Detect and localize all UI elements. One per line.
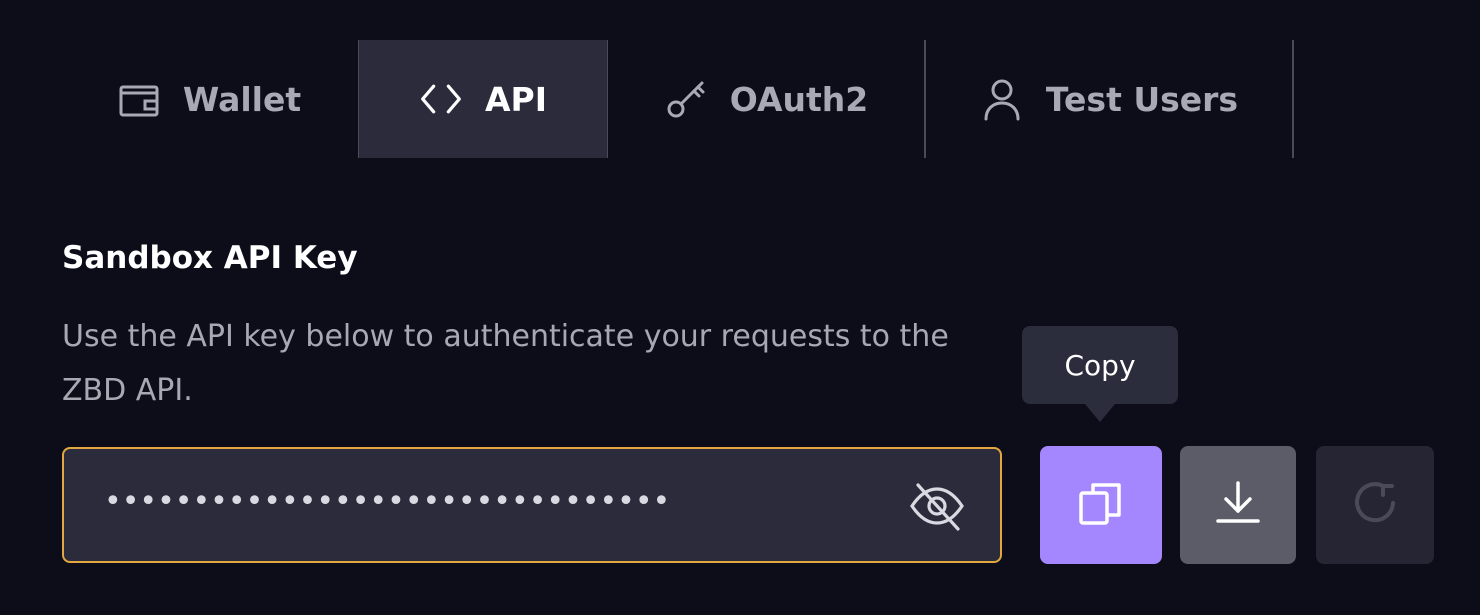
copy-button[interactable] xyxy=(1040,446,1162,564)
refresh-icon xyxy=(1349,477,1401,533)
regenerate-button[interactable] xyxy=(1316,446,1434,564)
api-key-field[interactable]: •••••••••••••••••••••••••••••••• xyxy=(62,447,1002,563)
tab-oauth2[interactable]: OAuth2 xyxy=(608,40,926,158)
api-key-masked-value: •••••••••••••••••••••••••••••••• xyxy=(104,484,671,519)
code-icon xyxy=(419,77,463,121)
download-icon xyxy=(1212,477,1264,533)
tab-api-label: API xyxy=(484,79,547,119)
copy-tooltip: Copy xyxy=(1022,326,1178,404)
eye-off-icon[interactable] xyxy=(908,479,966,533)
download-button[interactable] xyxy=(1180,446,1296,564)
tab-test-users-label: Test Users xyxy=(1045,79,1239,119)
wallet-icon xyxy=(117,77,161,121)
tab-wallet[interactable]: Wallet xyxy=(60,40,358,158)
copy-icon xyxy=(1075,477,1127,533)
user-icon xyxy=(980,77,1024,121)
section-description: Use the API key below to authenticate yo… xyxy=(62,319,949,408)
tab-bar: Wallet API OAuth2 Test Users xyxy=(60,40,1296,158)
tooltip-arrow xyxy=(1085,404,1115,422)
tab-wallet-label: Wallet xyxy=(182,79,302,119)
key-icon xyxy=(664,77,708,121)
section-title: Sandbox API Key xyxy=(62,240,358,276)
tab-test-users[interactable]: Test Users xyxy=(926,40,1294,158)
tab-api[interactable]: API xyxy=(358,40,608,158)
tab-oauth2-label: OAuth2 xyxy=(729,79,869,119)
